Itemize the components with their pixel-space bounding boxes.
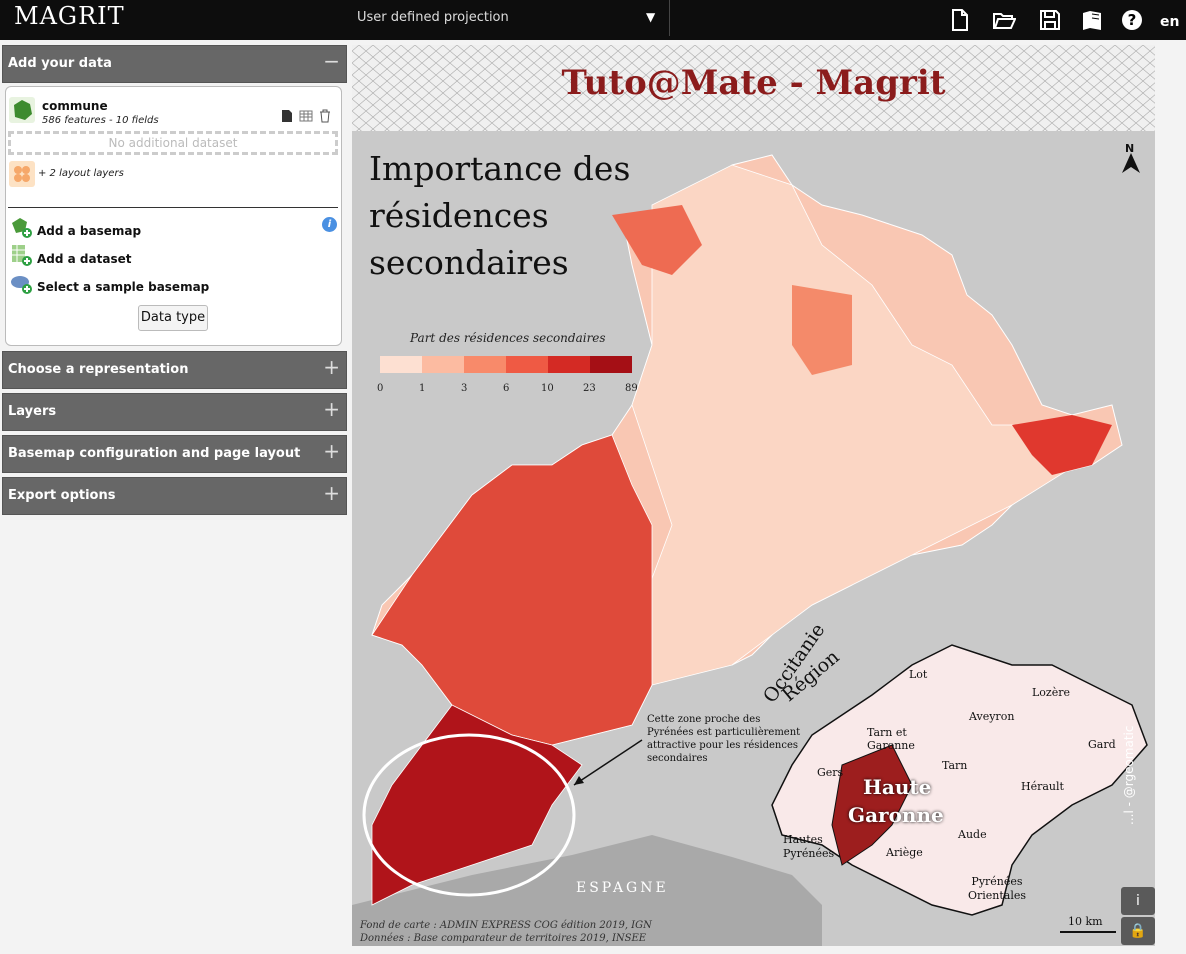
polygon-layer-icon — [9, 97, 35, 123]
country-label: ESPAGNE — [576, 880, 669, 896]
add-dataset-icon[interactable] — [9, 243, 33, 267]
highlight-dept-label: Haute — [863, 775, 932, 799]
dept-label: Ariège — [886, 846, 923, 859]
projection-label: User defined projection — [357, 10, 509, 25]
dataset-dropzone[interactable]: No additional dataset — [8, 131, 338, 155]
source-line: Fond de carte : ADMIN EXPRESS COG éditio… — [360, 920, 652, 931]
info-button[interactable]: i — [1121, 887, 1155, 915]
section-representation[interactable]: Choose a representation + — [2, 351, 347, 389]
divider — [8, 207, 338, 208]
table-icon[interactable] — [299, 109, 313, 123]
expand-icon[interactable]: + — [323, 355, 340, 379]
dataset-name: commune — [42, 99, 108, 113]
section-title: Export options — [8, 488, 116, 503]
legend-tick: 89 — [625, 383, 638, 394]
legend-tick: 0 — [377, 383, 384, 394]
add-dataset-button[interactable]: Add a dataset — [37, 252, 131, 266]
expand-icon[interactable]: + — [323, 439, 340, 463]
dept-label: Tarn — [942, 759, 968, 772]
collapse-icon[interactable]: − — [323, 49, 340, 73]
section-basemap-config[interactable]: Basemap configuration and page layout + — [2, 435, 347, 473]
sample-basemap-icon[interactable] — [9, 271, 33, 295]
dept-label: Tarn et Garonne — [867, 726, 915, 752]
map-title[interactable]: Tuto@Mate - Magrit — [352, 63, 1155, 103]
data-panel: commune 586 features - 10 fields No addi… — [5, 86, 342, 346]
chevron-down-icon[interactable]: ▼ — [646, 10, 655, 24]
section-title: Add your data — [8, 56, 112, 71]
join-icon[interactable] — [280, 109, 294, 123]
map-canvas[interactable]: Tuto@Mate - Magrit Importance des réside… — [352, 45, 1155, 946]
map-subtitle[interactable]: Importance des résidences secondaires — [369, 145, 669, 286]
dept-label: Gard — [1088, 738, 1116, 751]
scale-bar-label[interactable]: 10 km — [1068, 915, 1103, 928]
lock-icon[interactable]: 🔒 — [1121, 917, 1155, 945]
section-add-data[interactable]: Add your data − — [2, 45, 347, 83]
legend-tick: 3 — [461, 383, 468, 394]
top-bar: MAGRIT User defined projection ▼ ? en — [0, 0, 1186, 40]
section-export[interactable]: Export options + — [2, 477, 347, 515]
dept-label: Aude — [958, 828, 987, 841]
dept-label: Aveyron — [969, 710, 1015, 723]
legend-tick: 1 — [419, 383, 426, 394]
section-title: Layers — [8, 404, 57, 419]
add-basemap-icon[interactable] — [9, 215, 33, 239]
dept-label: Hérault — [1021, 780, 1064, 793]
svg-text:?: ? — [1128, 11, 1137, 29]
info-icon[interactable]: i — [322, 217, 337, 232]
language-switch[interactable]: en — [1160, 14, 1179, 30]
legend-tick: 6 — [503, 383, 510, 394]
legend-tick: 23 — [583, 383, 596, 394]
source-line: Données : Base comparateur de territoire… — [360, 933, 647, 944]
sample-basemap-button[interactable]: Select a sample basemap — [37, 280, 209, 294]
north-arrow-label[interactable]: N — [1125, 142, 1134, 155]
dept-label: Lot — [909, 668, 928, 681]
add-basemap-button[interactable]: Add a basemap — [37, 224, 141, 238]
layout-layer-icon — [9, 161, 35, 187]
legend-title[interactable]: Part des résidences secondaires — [410, 331, 606, 345]
save-icon[interactable] — [1038, 8, 1062, 32]
app-logo[interactable]: MAGRIT — [14, 2, 125, 30]
documentation-icon[interactable] — [1080, 8, 1104, 32]
highlight-dept-label: Garonne — [848, 803, 944, 827]
dept-label: Lozère — [1032, 686, 1071, 699]
dataset-info: 586 features - 10 fields — [42, 115, 159, 126]
expand-icon[interactable]: + — [323, 397, 340, 421]
legend-tick: 10 — [541, 383, 554, 394]
map-annotation[interactable]: Cette zone proche des Pyrénées est parti… — [647, 713, 807, 765]
expand-icon[interactable]: + — [323, 481, 340, 505]
section-layers[interactable]: Layers + — [2, 393, 347, 431]
dept-label: Pyrénées Orientales — [967, 875, 1027, 902]
layout-layers-label: + 2 layout layers — [38, 168, 124, 179]
open-folder-icon[interactable] — [992, 8, 1016, 32]
section-title: Choose a representation — [8, 362, 189, 377]
section-title: Basemap configuration and page layout — [8, 446, 301, 461]
data-type-button[interactable]: Data type — [138, 305, 208, 331]
map-sources[interactable]: Fond de carte : ADMIN EXPRESS COG éditio… — [360, 919, 652, 945]
dept-label: Hautes Pyrénées — [783, 833, 835, 860]
map-credit: ...l - @rgeomatic — [1122, 725, 1136, 825]
legend-bar — [380, 356, 632, 373]
new-file-icon[interactable] — [948, 8, 972, 32]
dept-label: Gers — [817, 766, 844, 779]
help-icon[interactable]: ? — [1120, 8, 1144, 32]
projection-selector[interactable]: User defined projection — [352, 0, 670, 36]
trash-icon[interactable] — [318, 109, 332, 123]
